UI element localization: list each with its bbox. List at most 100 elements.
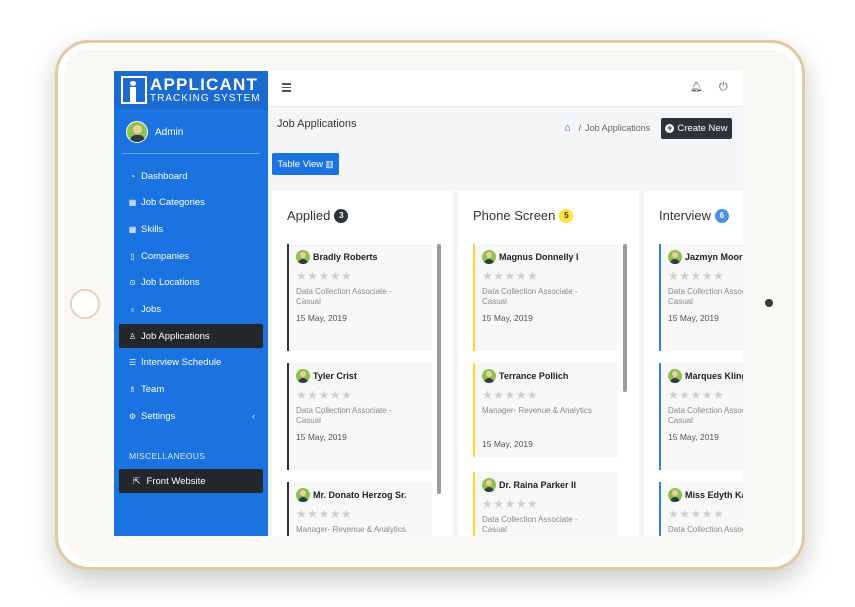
column-count-badge: 3 [334,208,349,223]
sidebar-item-label: Dashboard [141,170,188,182]
avatar [126,121,148,143]
avatar [482,250,496,264]
sidebar-item-label: Job Applications [141,330,210,342]
star-rating[interactable]: ★★★★★ [668,269,743,283]
applicant-name: Tyler Crist [313,371,357,381]
grid-icon: ▦ [128,224,137,234]
applicant-job-title: Data Collection Associate - Casual [668,406,743,425]
column-header: Interview 6 [659,208,730,223]
sidebar-item-skills[interactable]: ▦ Skills [119,217,263,241]
applicant-job-title: Data Collection Associate - Casual [296,287,392,306]
application-date: 15 May, 2019 [482,313,533,323]
page-title: Job Applications [277,118,357,130]
applicant-name: Magnus Donnelly I [499,252,579,262]
board-column-phone-screen: Phone Screen 5 Magnus Donnelly I ★★★★★ D… [458,191,639,536]
sidebar-item-label: Companies [141,250,190,262]
avatar [296,488,310,502]
column-header: Applied 3 [287,208,349,223]
sidebar-item-interview-schedule[interactable]: ☰ Interview Schedule [119,351,263,375]
brand-logo[interactable]: APPLICANT TRACKING SYSTEM [114,71,268,109]
user-profile[interactable]: Admin [126,121,183,143]
application-date: 15 May, 2019 [668,432,719,442]
column-count-badge: 5 [559,208,574,223]
sidebar-item-label: Interview Schedule [141,357,222,369]
misc-section-label: MISCELLANEOUS [129,451,206,461]
star-rating[interactable]: ★★★★★ [296,507,432,521]
application-date: 15 May, 2019 [668,313,719,323]
applicant-job-title: Data Collection Associate - Casual [668,287,743,306]
sidebar-item-label: Skills [141,223,164,235]
create-new-label: Create New [677,123,728,134]
breadcrumb-separator: / [578,123,582,133]
plus-icon: + [665,123,675,133]
star-rating[interactable]: ★★★★★ [668,388,743,402]
column-scrollbar[interactable] [437,244,441,494]
applicant-name: Dr. Raina Parker II [499,480,577,490]
sidebar-item-settings[interactable]: ⚙ Settings ‹ [119,404,263,428]
star-rating[interactable]: ★★★★★ [482,269,618,283]
breadcrumb: ⌂ / Job Applications [564,122,650,134]
table-view-button[interactable]: Table View ▥ [272,153,339,175]
location-pin-icon: ⊙ [129,278,136,288]
home-icon[interactable]: ⌂ [564,122,571,134]
sidebar-item-companies[interactable]: ▯ Companies [119,244,263,268]
sidebar-item-label: Job Locations [141,277,200,289]
avatar [296,369,310,383]
applicant-name: Marques Kling [685,371,743,381]
avatar [296,250,310,264]
sidebar-divider [122,153,260,154]
breadcrumb-current: Job Applications [585,123,651,133]
column-title: Phone Screen [473,208,556,223]
applicant-name: Jazmyn Moore [685,252,743,262]
applicant-card[interactable]: Miss Edyth Kautzer ★★★★★ Data Collection… [659,482,743,536]
front-website-label: Front Website [146,475,206,487]
building-icon: ▯ [130,251,135,261]
column-scrollbar[interactable] [623,244,627,392]
power-icon[interactable]: ⏻ [719,81,728,94]
applicant-card[interactable]: Magnus Donnelly I ★★★★★ Data Collection … [473,244,618,351]
star-rating[interactable]: ★★★★★ [296,388,432,402]
tablet-home-button [70,289,100,319]
application-date: 15 May, 2019 [296,432,347,442]
sidebar-item-label: Jobs [141,303,162,315]
create-new-button[interactable]: + Create New [661,118,732,139]
sidebar-item-label: Settings [141,410,176,422]
sidebar-item-jobs[interactable]: ♁ Jobs [119,297,263,321]
sidebar-menu: ◔ Dashboard ▦ Job Categories ▦ Skills ▯ … [119,164,263,431]
sidebar-item-job-applications[interactable]: ♙ Job Applications [119,324,263,349]
applicant-card[interactable]: Marques Kling ★★★★★ Data Collection Asso… [659,363,743,470]
star-rating[interactable]: ★★★★★ [482,388,618,402]
column-header: Phone Screen 5 [473,208,574,223]
sidebar-item-label: Job Categories [141,197,205,209]
list-icon: ☰ [128,358,137,368]
brand-title: APPLICANT [150,75,259,94]
brand-subtitle: TRACKING SYSTEM [150,93,261,104]
star-rating[interactable]: ★★★★★ [482,497,618,511]
application-date: 15 May, 2019 [482,439,533,449]
applicant-card[interactable]: Dr. Raina Parker II ★★★★★ Data Collectio… [473,472,618,536]
star-rating[interactable]: ★★★★★ [296,269,432,283]
applicant-card[interactable]: Terrance Pollich ★★★★★ Manager- Revenue … [473,363,618,457]
sidebar-item-job-locations[interactable]: ⊙ Job Locations [119,271,263,295]
applicant-card[interactable]: Mr. Donato Herzog Sr. ★★★★★ Manager- Rev… [287,482,432,536]
applicant-card[interactable]: Tyler Crist ★★★★★ Data Collection Associ… [287,363,432,470]
sidebar-item-team[interactable]: ♗ Team [119,378,263,402]
avatar [668,488,682,502]
board-column-applied: Applied 3 Bradly Roberts ★★★★★ Data Coll… [272,191,453,536]
column-title: Applied [287,208,331,223]
applicant-card[interactable]: Jazmyn Moore ★★★★★ Data Collection Asso c… [659,244,743,351]
applicant-card[interactable]: Bradly Roberts ★★★★★ Data Collection Ass… [287,244,432,351]
applicant-name: Mr. Donato Herzog Sr. [313,490,407,500]
dashboard-icon: ◔ [130,171,135,181]
front-website-link[interactable]: ⇱ Front Website [119,469,263,493]
avatar [482,478,496,492]
sidebar-item-dashboard[interactable]: ◔ Dashboard [119,164,263,188]
applicant-job-title: Data Collection Associate - Casual [296,406,392,425]
star-rating[interactable]: ★★★★★ [668,507,743,521]
hamburger-menu-icon[interactable] [282,83,291,92]
chevron-left-icon: ‹ [252,411,255,422]
bell-icon[interactable]: 🔔︎ [690,82,703,93]
board-column-interview: Interview 6 Jazmyn Moore ★★★★★ Data Coll… [644,191,743,536]
sidebar-item-job-categories[interactable]: ▦ Job Categories [119,191,263,215]
gear-icon: ⚙ [128,411,137,421]
